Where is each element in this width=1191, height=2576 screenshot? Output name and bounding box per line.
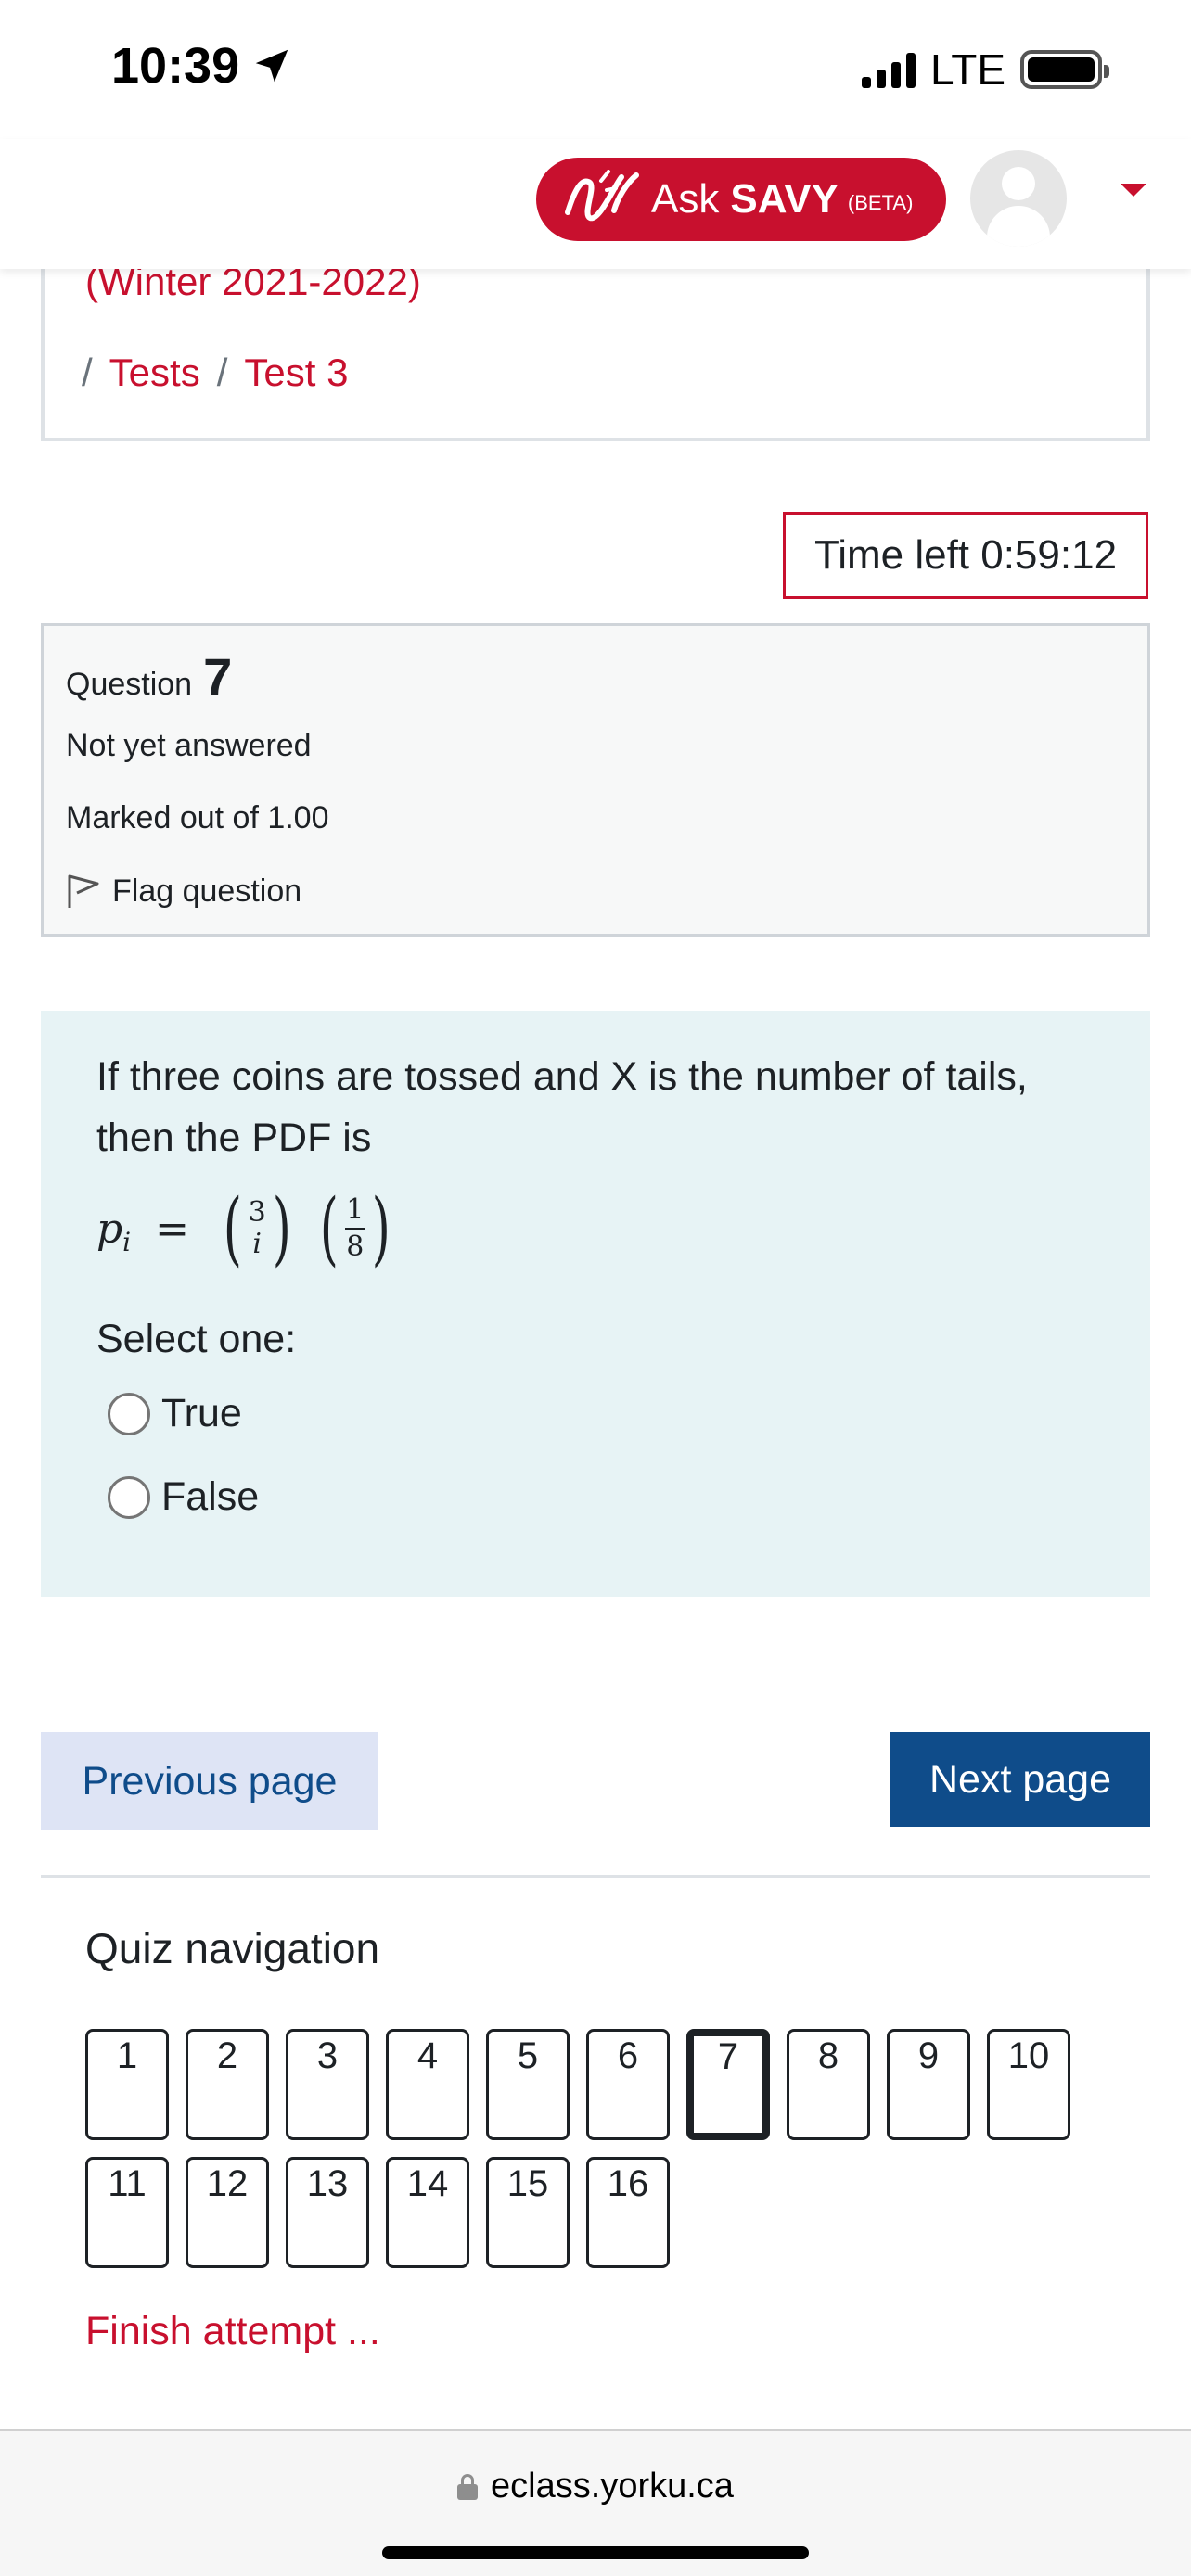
question-grade: Marked out of 1.00	[66, 800, 329, 835]
url-text[interactable]: eclass.yorku.ca	[491, 2467, 734, 2506]
question-label: Question	[66, 667, 193, 702]
breadcrumb-separator: /	[216, 351, 228, 394]
quiz-nav-button-14[interactable]: 14	[386, 2157, 469, 2268]
quiz-nav-button-9[interactable]: 9	[887, 2029, 970, 2140]
binomial-coefficient: 3 i	[249, 1197, 266, 1260]
ask-label: Ask	[651, 176, 720, 222]
lock-icon	[457, 2473, 479, 2500]
next-page-button[interactable]: Next page	[890, 1732, 1150, 1827]
battery-icon	[1020, 50, 1109, 89]
quiz-nav-button-5[interactable]: 5	[486, 2029, 570, 2140]
breadcrumb-tests[interactable]: Tests	[109, 351, 200, 395]
fraction: 1 8	[344, 1193, 365, 1263]
breadcrumb: / Tests / Test 3	[82, 351, 348, 395]
quiz-nav-button-11[interactable]: 11	[85, 2157, 169, 2268]
breadcrumb-test-3[interactable]: Test 3	[244, 351, 348, 395]
formula-variable: p	[96, 1205, 123, 1253]
savy-logo-icon	[565, 170, 639, 222]
cellular-signal-icon	[862, 51, 916, 88]
question-number: Question 7	[66, 646, 232, 707]
quiz-nav-button-2[interactable]: 2	[186, 2029, 269, 2140]
option-false-label[interactable]: False	[161, 1474, 259, 1520]
quiz-navigation-title: Quiz navigation	[85, 1924, 380, 1972]
beta-label: (BETA)	[847, 191, 914, 214]
question-content: If three coins are tossed and X is the n…	[41, 1011, 1150, 1597]
question-number-value: 7	[203, 647, 233, 706]
formula-equals: =	[155, 1205, 190, 1253]
quiz-nav-button-7[interactable]: 7	[686, 2029, 770, 2140]
quiz-nav-button-16[interactable]: 16	[586, 2157, 670, 2268]
quiz-nav-button-8[interactable]: 8	[787, 2029, 870, 2140]
quiz-nav-button-12[interactable]: 12	[186, 2157, 269, 2268]
status-bar: 10:39 LTE	[0, 0, 1191, 139]
option-true-label[interactable]: True	[161, 1391, 242, 1436]
select-one-prompt: Select one:	[96, 1317, 297, 1361]
time-left: Time left 0:59:12	[783, 512, 1148, 599]
address-bar[interactable]: eclass.yorku.ca	[0, 2467, 1191, 2506]
quiz-nav-button-15[interactable]: 15	[486, 2157, 570, 2268]
previous-page-button[interactable]: Previous page	[41, 1732, 378, 1830]
radio-true[interactable]	[108, 1392, 150, 1435]
formula-subscript: i	[122, 1226, 132, 1257]
network-type: LTE	[930, 45, 1005, 94]
ask-savy-button[interactable]: Ask SAVY (BETA)	[536, 158, 946, 241]
question-state: Not yet answered	[66, 728, 312, 763]
savy-label: SAVY	[730, 176, 839, 222]
radio-false[interactable]	[108, 1475, 150, 1519]
option-false[interactable]: False	[108, 1474, 259, 1520]
option-true[interactable]: True	[108, 1391, 242, 1436]
flag-icon	[68, 874, 99, 908]
quiz-nav-button-1[interactable]: 1	[85, 2029, 169, 2140]
binomial-top: 3	[248, 1196, 266, 1229]
status-clock: 10:39	[111, 37, 293, 95]
open-paren: (	[319, 1182, 339, 1275]
binomial-bottom: i	[252, 1228, 262, 1260]
pdf-formula: p i = ( 3 i ) ( 1 8 )	[96, 1178, 396, 1280]
finish-attempt-link[interactable]: Finish attempt ...	[85, 2309, 380, 2354]
divider	[41, 1875, 1150, 1878]
user-avatar[interactable]	[970, 150, 1067, 247]
fraction-denominator: 8	[346, 1231, 365, 1263]
location-arrow-icon	[255, 49, 288, 83]
flag-question-label: Flag question	[112, 873, 302, 909]
flag-question-button[interactable]: Flag question	[66, 873, 301, 910]
close-paren: )	[371, 1182, 391, 1275]
question-info: Question 7 Not yet answered Marked out o…	[41, 623, 1150, 937]
question-text: If three coins are tossed and X is the n…	[96, 1054, 1028, 1160]
quiz-nav-button-4[interactable]: 4	[386, 2029, 469, 2140]
quiz-nav-button-13[interactable]: 13	[286, 2157, 369, 2268]
home-indicator	[382, 2546, 809, 2559]
quiz-nav-button-3[interactable]: 3	[286, 2029, 369, 2140]
breadcrumb-separator: /	[82, 351, 93, 394]
status-indicators: LTE	[862, 45, 1109, 95]
fraction-numerator: 1	[346, 1193, 365, 1226]
user-menu-caret-icon[interactable]	[1121, 184, 1146, 197]
site-header: Ask SAVY (BETA)	[0, 139, 1191, 269]
quiz-nav-button-6[interactable]: 6	[586, 2029, 670, 2140]
quiz-nav-button-10[interactable]: 10	[987, 2029, 1070, 2140]
open-paren: (	[223, 1182, 242, 1275]
status-time: 10:39	[111, 38, 240, 94]
browser-bottom-bar: eclass.yorku.ca	[0, 2429, 1191, 2576]
close-paren: )	[272, 1182, 291, 1275]
